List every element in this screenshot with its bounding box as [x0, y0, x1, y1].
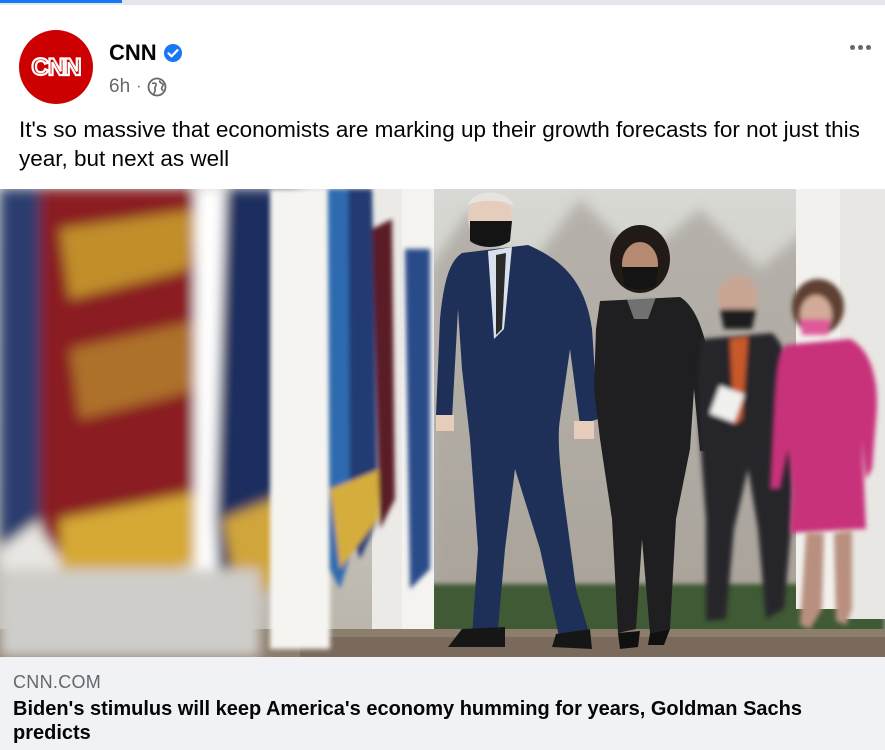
- post-text: It's so massive that economists are mark…: [19, 117, 860, 171]
- svg-text:CNN: CNN: [32, 54, 81, 81]
- cnn-avatar[interactable]: CNN: [19, 30, 93, 104]
- globe-icon: [148, 77, 167, 97]
- more-options-icon[interactable]: [845, 35, 875, 59]
- link-domain: CNN.COM: [13, 672, 102, 692]
- cnn-logo-icon: CNN: [30, 53, 82, 82]
- link-headline[interactable]: Biden's stimulus will keep America's eco…: [13, 697, 873, 745]
- post-author-name[interactable]: CNN: [109, 40, 157, 66]
- page-load-progress: [0, 0, 885, 5]
- meta-separator: ·: [136, 78, 142, 95]
- verified-badge-icon: [163, 44, 182, 62]
- post-timestamp[interactable]: 6h: [109, 76, 130, 98]
- article-photo[interactable]: [0, 189, 885, 657]
